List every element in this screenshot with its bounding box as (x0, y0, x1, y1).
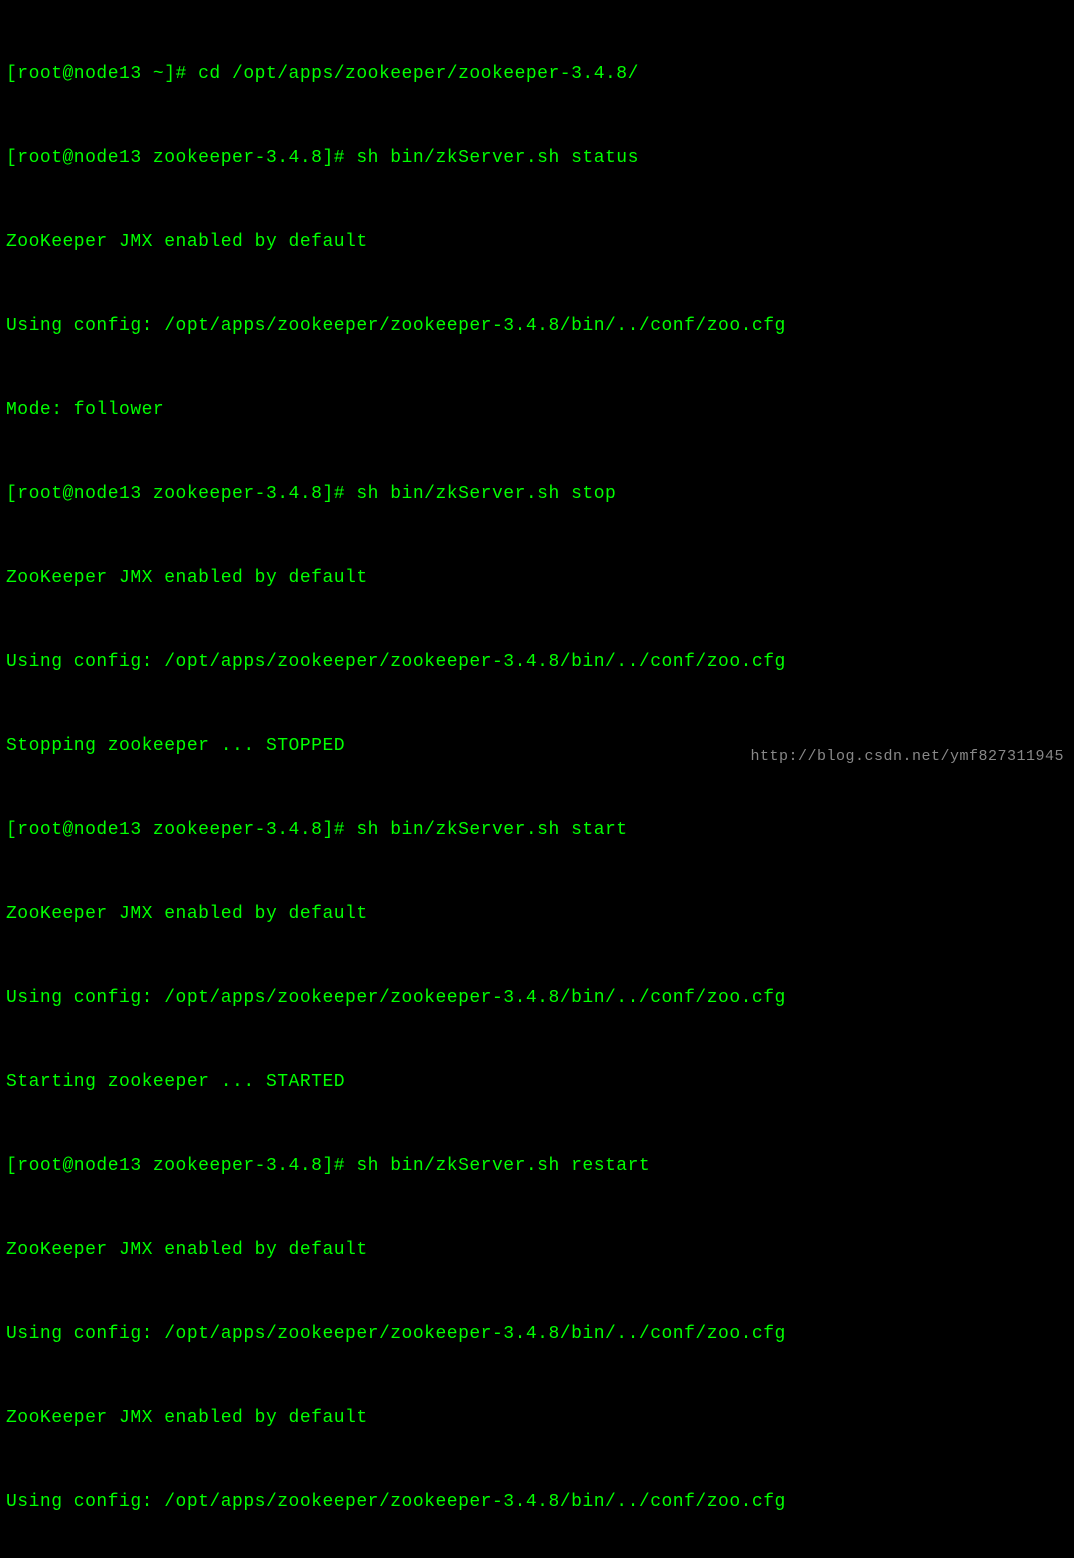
terminal-line: [root@node13 zookeeper-3.4.8]# sh bin/zk… (6, 480, 1068, 508)
watermark-text: http://blog.csdn.net/ymf827311945 (750, 743, 1064, 771)
terminal-line: ZooKeeper JMX enabled by default (6, 564, 1068, 592)
terminal-output[interactable]: [root@node13 ~]# cd /opt/apps/zookeeper/… (6, 4, 1068, 1558)
terminal-line: Using config: /opt/apps/zookeeper/zookee… (6, 1488, 1068, 1516)
terminal-line: Using config: /opt/apps/zookeeper/zookee… (6, 312, 1068, 340)
terminal-line: ZooKeeper JMX enabled by default (6, 900, 1068, 928)
terminal-line: [root@node13 zookeeper-3.4.8]# sh bin/zk… (6, 816, 1068, 844)
terminal-line: ZooKeeper JMX enabled by default (6, 1404, 1068, 1432)
terminal-line: ZooKeeper JMX enabled by default (6, 228, 1068, 256)
terminal-line: Using config: /opt/apps/zookeeper/zookee… (6, 648, 1068, 676)
terminal-line: [root@node13 ~]# cd /opt/apps/zookeeper/… (6, 60, 1068, 88)
terminal-line: [root@node13 zookeeper-3.4.8]# sh bin/zk… (6, 144, 1068, 172)
terminal-line: [root@node13 zookeeper-3.4.8]# sh bin/zk… (6, 1152, 1068, 1180)
terminal-line: ZooKeeper JMX enabled by default (6, 1236, 1068, 1264)
terminal-line: Starting zookeeper ... STARTED (6, 1068, 1068, 1096)
terminal-line: Mode: follower (6, 396, 1068, 424)
terminal-line: Using config: /opt/apps/zookeeper/zookee… (6, 984, 1068, 1012)
terminal-line: Using config: /opt/apps/zookeeper/zookee… (6, 1320, 1068, 1348)
